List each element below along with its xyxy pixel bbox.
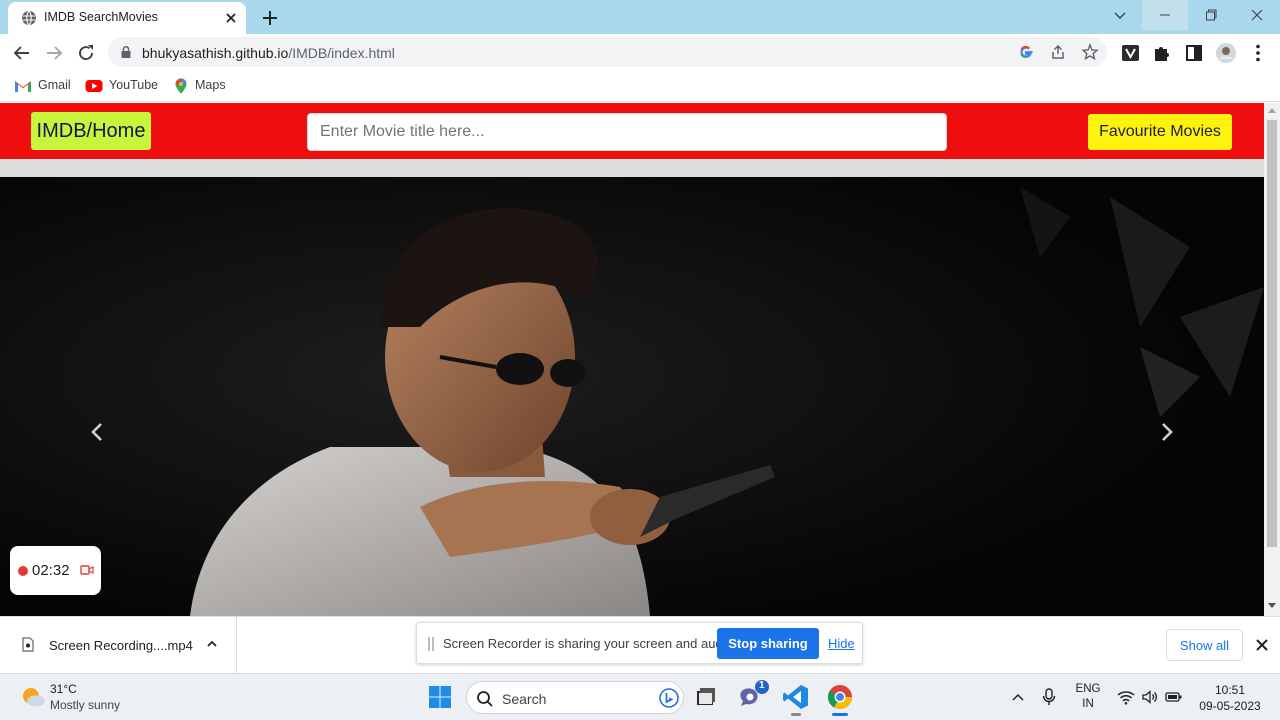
restore-button[interactable]: [1188, 0, 1234, 30]
carousel-slide-image: [0, 177, 1264, 616]
hide-link[interactable]: Hide: [828, 636, 855, 651]
teams-badge-count: 1: [759, 680, 765, 691]
download-item[interactable]: Screen Recording....mp4: [0, 617, 237, 673]
clock-time: 10:51: [1214, 683, 1246, 697]
page-scrollbar[interactable]: [1264, 103, 1280, 616]
chrome-icon: [827, 685, 852, 710]
chevron-left-icon[interactable]: [82, 417, 112, 447]
extensions-puzzle-icon[interactable]: [1150, 41, 1174, 65]
weather-sunny-icon: [23, 688, 45, 707]
youtube-icon: [85, 80, 103, 92]
running-indicator: [791, 713, 801, 716]
weather-temperature: 31°C: [50, 682, 77, 696]
taskbar-app-chrome[interactable]: [826, 683, 854, 716]
share-message: Screen Recorder is sharing your screen a…: [443, 636, 737, 651]
vscode-icon: [783, 685, 808, 709]
reload-icon[interactable]: [74, 41, 98, 65]
volume-icon[interactable]: [1141, 689, 1159, 705]
language-indicator[interactable]: ENG IN: [1072, 682, 1104, 712]
bookmark-label: Maps: [195, 78, 226, 92]
search-icon: [477, 691, 493, 707]
close-window-button[interactable]: [1234, 0, 1280, 30]
google-icon[interactable]: [1017, 43, 1035, 61]
tab-search-button[interactable]: [1097, 0, 1143, 30]
restore-icon: [1206, 9, 1217, 21]
record-dot-icon: [18, 566, 28, 576]
side-panel-icon[interactable]: [1182, 41, 1206, 65]
running-indicator: [832, 713, 848, 716]
windows-start-icon[interactable]: [428, 685, 452, 709]
bookmark-star-icon[interactable]: [1081, 43, 1099, 61]
download-file-name: Screen Recording....mp4: [49, 638, 193, 653]
file-icon: [22, 637, 34, 652]
download-bar: Screen Recording....mp4 Screen Recorder …: [0, 616, 1280, 673]
scrollbar-thumb[interactable]: [1267, 120, 1277, 547]
gmail-icon: [15, 81, 31, 92]
maps-icon: [175, 78, 187, 94]
header-divider: [0, 159, 1264, 177]
language-code: ENG: [1075, 683, 1101, 695]
chevron-down-icon: [1114, 12, 1126, 19]
language-region: IN: [1082, 698, 1094, 710]
taskbar-app-vscode[interactable]: [782, 683, 810, 716]
minimize-button[interactable]: [1142, 0, 1188, 30]
windows-taskbar: 31°C Mostly sunny Search 1 ENG IN 10:51 …: [0, 673, 1280, 720]
battery-icon[interactable]: [1165, 690, 1183, 704]
back-icon[interactable]: [10, 41, 34, 65]
site-navbar: IMDB/Home Favourite Movies: [0, 103, 1264, 159]
favourite-movies-button[interactable]: Favourite Movies: [1088, 114, 1232, 150]
camera-icon[interactable]: [80, 564, 94, 576]
url-host: bhukyasathish.github.io: [142, 45, 289, 61]
drag-handle-icon[interactable]: [428, 637, 434, 651]
file-explorer-icon: [697, 688, 715, 705]
movie-carousel: [0, 177, 1264, 616]
clock-date: 09-05-2023: [1199, 699, 1261, 713]
recording-elapsed: 02:32: [32, 562, 70, 579]
page-viewport: IMDB/Home Favourite Movies: [0, 103, 1264, 616]
extension-v-icon[interactable]: [1119, 41, 1143, 65]
taskbar-search-label: Search: [502, 691, 547, 707]
address-bar[interactable]: bhukyasathish.github.io/IMDB/index.html: [108, 37, 1107, 67]
url-path: /IMDB/index.html: [288, 45, 395, 61]
show-all-downloads-button[interactable]: Show all: [1166, 629, 1243, 661]
browser-toolbar: bhukyasathish.github.io/IMDB/index.html: [0, 34, 1280, 71]
home-link[interactable]: IMDB/Home: [31, 112, 151, 150]
bookmark-label: Gmail: [38, 78, 71, 92]
lock-icon[interactable]: [120, 45, 132, 59]
taskbar-app-file-explorer[interactable]: [692, 683, 720, 711]
tab-strip: IMDB SearchMovies: [0, 0, 1280, 34]
microphone-icon[interactable]: [1042, 688, 1056, 706]
weather-condition: Mostly sunny: [50, 698, 121, 712]
chevron-right-icon[interactable]: [1152, 417, 1182, 447]
screen-share-banner: Screen Recorder is sharing your screen a…: [416, 622, 863, 664]
close-tab-icon[interactable]: [222, 9, 240, 27]
tab-title: IMDB SearchMovies: [44, 10, 158, 24]
bookmark-label: YouTube: [109, 78, 159, 92]
movie-search-input[interactable]: [307, 113, 947, 151]
scroll-up-icon[interactable]: [1268, 107, 1276, 113]
stop-sharing-button[interactable]: Stop sharing: [717, 628, 819, 659]
taskbar-search-box[interactable]: Search: [466, 681, 684, 714]
tab-imdb[interactable]: IMDB SearchMovies: [8, 2, 246, 34]
share-icon[interactable]: [1049, 43, 1067, 61]
bing-icon[interactable]: [659, 688, 679, 708]
taskbar-clock[interactable]: 10:51 09-05-2023: [1190, 682, 1270, 714]
forward-icon[interactable]: [42, 41, 66, 65]
new-tab-icon[interactable]: [260, 8, 280, 28]
chevron-up-icon[interactable]: [1010, 690, 1026, 704]
menu-kebab-icon[interactable]: [1246, 41, 1270, 65]
profile-avatar-icon[interactable]: [1214, 41, 1238, 65]
globe-icon: [22, 10, 36, 26]
close-icon: [1251, 9, 1263, 21]
wifi-icon[interactable]: [1117, 689, 1135, 705]
scroll-down-icon[interactable]: [1268, 603, 1276, 609]
url-text[interactable]: bhukyasathish.github.io/IMDB/index.html: [142, 45, 395, 61]
recording-timer[interactable]: 02:32: [10, 546, 101, 595]
taskbar-app-teams[interactable]: 1: [738, 680, 769, 711]
chevron-up-icon[interactable]: [205, 637, 219, 651]
bookmarks-bar: Gmail YouTube Maps: [0, 71, 1280, 102]
minimize-icon: [1160, 14, 1170, 16]
close-download-bar-icon[interactable]: [1253, 636, 1271, 654]
